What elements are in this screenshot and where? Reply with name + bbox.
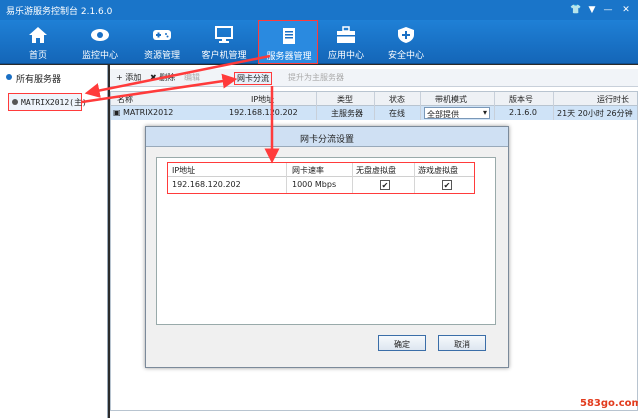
skin-icon[interactable]: 👕 [570,4,582,16]
toolbox-icon [337,26,355,43]
dialog-content: IP地址 网卡速率 无盘虚拟盘 游戏虚拟盘 192.168.120.202 10… [156,157,496,325]
shield-icon [398,27,414,43]
nav-security-label: 安全中心 [387,51,424,61]
table-row[interactable]: 192.168.120.202 1000 Mbps ✔ ✔ [168,178,474,192]
cell-name: MATRIX2012 [123,108,174,117]
nav-bar: 首页 监控中心 资源管理 客户机管理 服务器管理 应用中心 安全中心 [0,20,638,64]
nav-client-label: 客户机管理 [201,51,247,61]
nav-app-label: 应用中心 [327,51,364,61]
server-doc-icon [283,28,295,44]
col-type[interactable]: 类型 [337,94,353,105]
diskless-checkbox[interactable]: ✔ [380,180,390,190]
close-button[interactable]: ✕ [620,4,632,16]
nic-ip-cell: 192.168.120.202 [172,180,241,189]
nav-monitor-label: 监控中心 [81,51,118,61]
mode-select[interactable]: 全部提供 ▾ [424,107,490,119]
server-toolbar: + 添加 ✖ 删除 编辑 网卡分流 提升为主服务器 [110,69,638,87]
nav-security-center[interactable]: 安全中心 [376,20,436,64]
col-mode[interactable]: 带机模式 [435,94,467,105]
all-servers-node[interactable]: 所有服务器 [0,69,108,87]
window-title: 易乐游服务控制台 2.1.6.0 [6,7,113,17]
nic-table: IP地址 网卡速率 无盘虚拟盘 游戏虚拟盘 192.168.120.202 10… [167,162,475,194]
monitor-icon [215,26,233,43]
chevron-down-icon: ▾ [482,108,487,117]
nic-col-rate: 网卡速率 [292,166,324,175]
col-status[interactable]: 状态 [389,94,405,105]
cell-uptime: 21天 20小时 26分钟 [557,109,633,118]
col-name[interactable]: 名称 [117,94,133,105]
nav-client-management[interactable]: 客户机管理 [194,20,254,64]
promote-primary-button[interactable]: 提升为主服务器 [288,72,344,85]
nav-resource-management[interactable]: 资源管理 [132,20,192,64]
nic-split-label: 网卡分流 [237,74,269,83]
nav-resource-label: 资源管理 [143,51,180,61]
column-divider [286,163,287,193]
ok-button[interactable]: 确定 [378,335,426,351]
nic-col-game: 游戏虚拟盘 [418,166,458,175]
game-disk-checkbox[interactable]: ✔ [442,180,452,190]
dialog-title-bar[interactable]: 网卡分流设置 [146,127,508,147]
cell-type: 主服务器 [331,109,363,118]
nav-server-label: 服务器管理 [266,52,312,62]
nav-monitor-center[interactable]: 监控中心 [70,20,130,64]
add-server-button[interactable]: + 添加 [116,72,141,85]
nav-server-management[interactable]: 服务器管理 [258,20,318,64]
column-divider [553,92,554,120]
nav-home-label: 首页 [28,51,47,61]
server-node-label: MATRIX2012(主) [21,98,87,107]
minimize-button[interactable]: — [602,4,614,16]
title-bar: 易乐游服务控制台 2.1.6.0 👕 ▼ — ✕ [0,0,638,20]
nic-split-button[interactable]: 网卡分流 [234,72,272,85]
server-tree-panel: 所有服务器 MATRIX2012(主) [0,65,108,418]
column-divider [414,163,415,193]
watermark-logo: 583go.com [580,398,638,409]
cell-ip: 192.168.120.202 [229,108,298,117]
nic-table-header: IP地址 网卡速率 无盘虚拟盘 游戏虚拟盘 [168,163,474,177]
column-divider [316,92,317,120]
col-ip[interactable]: IP地址 [251,94,274,105]
menu-dropdown-icon[interactable]: ▼ [586,4,598,16]
column-divider [420,92,421,120]
nic-col-diskless: 无盘虚拟盘 [356,166,396,175]
nav-app-center[interactable]: 应用中心 [316,20,376,64]
column-divider [352,163,353,193]
cell-status: 在线 [389,109,405,118]
eye-icon [91,29,109,41]
mode-select-value: 全部提供 [427,110,459,119]
nic-col-ip: IP地址 [172,166,196,175]
all-servers-label: 所有服务器 [16,75,62,85]
nic-rate-cell: 1000 Mbps [292,180,337,189]
cancel-button[interactable]: 取消 [438,335,486,351]
home-icon [29,27,47,43]
tree-bullet-icon [12,99,18,105]
col-uptime[interactable]: 运行时长 [597,94,629,105]
dialog-title: 网卡分流设置 [299,135,354,145]
tree-bullet-icon [6,74,12,80]
gamepad-icon [153,30,171,40]
server-node-matrix2012[interactable]: MATRIX2012(主) [8,93,87,111]
nic-split-dialog: 网卡分流设置 IP地址 网卡速率 无盘虚拟盘 游戏虚拟盘 192.168.120… [145,126,509,368]
col-version[interactable]: 版本号 [509,94,533,105]
cell-version: 2.1.6.0 [509,108,537,117]
ok-button-label: 确定 [394,340,410,349]
edit-server-button[interactable]: 编辑 [184,72,200,85]
column-divider [494,92,495,120]
server-row-icon: ▣ [113,108,121,117]
nav-home[interactable]: 首页 [8,20,68,64]
column-divider [374,92,375,120]
delete-server-button[interactable]: ✖ 删除 [150,72,175,85]
cancel-button-label: 取消 [454,340,470,349]
